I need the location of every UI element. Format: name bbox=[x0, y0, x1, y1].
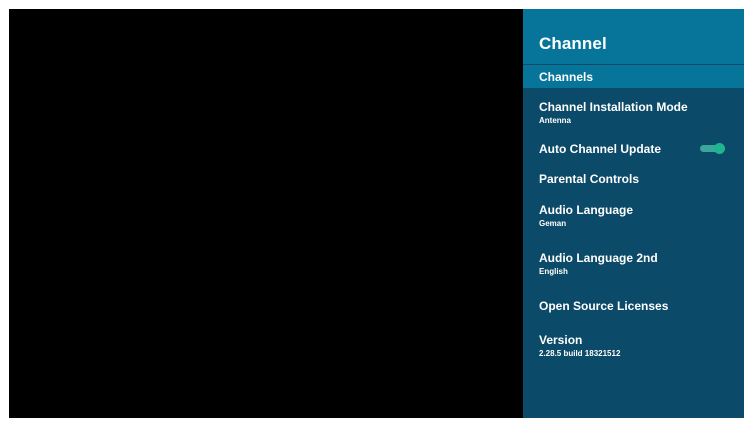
menu-item-value: Geman bbox=[539, 219, 567, 228]
menu-item-audio-language[interactable]: Audio Language Geman bbox=[523, 200, 744, 234]
menu-item-value: 2.28.5 build 18321512 bbox=[539, 349, 621, 358]
settings-panel: Channel Channels Channel Installation Mo… bbox=[523, 9, 744, 418]
menu-item-open-source-licenses[interactable]: Open Source Licenses bbox=[523, 296, 744, 318]
menu-item-label: Auto Channel Update bbox=[539, 142, 661, 156]
tv-screen: Channel Channels Channel Installation Mo… bbox=[9, 9, 744, 418]
menu-item-label: Open Source Licenses bbox=[539, 299, 669, 313]
menu-item-value: English bbox=[539, 267, 568, 276]
menu-item-label: Channels bbox=[539, 70, 594, 84]
panel-header: Channel bbox=[523, 9, 744, 64]
video-preview-area bbox=[9, 9, 523, 418]
auto-channel-update-toggle[interactable] bbox=[700, 143, 725, 154]
menu-item-label: Channel Installation Mode bbox=[539, 100, 688, 114]
panel-title: Channel bbox=[539, 34, 607, 53]
menu-item-auto-channel-update[interactable]: Auto Channel Update bbox=[523, 139, 744, 161]
menu-item-channels[interactable]: Channels bbox=[523, 65, 744, 88]
menu-item-label: Audio Language 2nd bbox=[539, 251, 658, 265]
menu-item-channel-installation-mode[interactable]: Channel Installation Mode Antenna bbox=[523, 97, 744, 131]
menu-item-label: Audio Language bbox=[539, 203, 633, 217]
menu-item-label: Version bbox=[539, 333, 583, 347]
menu-item-version[interactable]: Version 2.28.5 build 18321512 bbox=[523, 330, 744, 364]
menu-item-audio-language-2nd[interactable]: Audio Language 2nd English bbox=[523, 248, 744, 282]
toggle-knob bbox=[714, 143, 725, 154]
menu-item-value: Antenna bbox=[539, 116, 571, 125]
menu-item-label: Parental Controls bbox=[539, 172, 640, 186]
menu-item-parental-controls[interactable]: Parental Controls bbox=[523, 169, 744, 191]
